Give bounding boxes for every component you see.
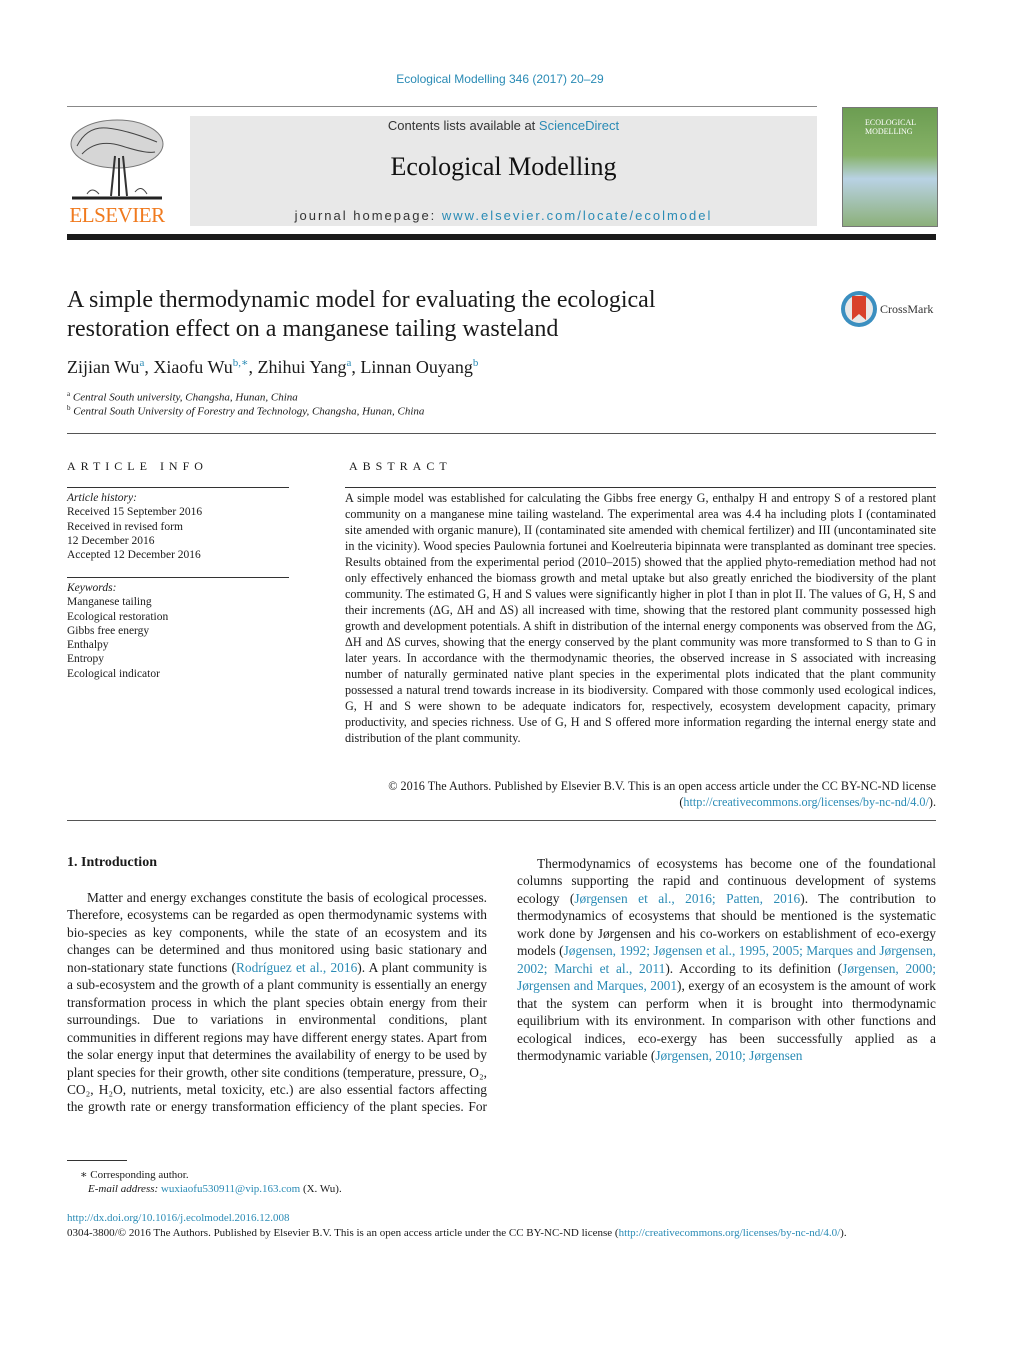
sciencedirect-link[interactable]: ScienceDirect	[539, 118, 619, 133]
paragraph: Thermodynamics of ecosystems has become …	[517, 856, 936, 1063]
keyword: Entropy	[67, 653, 105, 666]
homepage-link[interactable]: www.elsevier.com/locate/ecolmodel	[442, 208, 712, 223]
article-history: Article history: Received 15 September 2…	[67, 491, 289, 562]
keyword: Ecological restoration	[67, 610, 169, 623]
history-label: Article history:	[67, 492, 137, 504]
divider	[67, 433, 936, 434]
corresponding-author-note: ∗ Corresponding author.	[80, 1169, 189, 1181]
footer-license-link[interactable]: http://creativecommons.org/licenses/by-n…	[619, 1227, 841, 1239]
reference-link[interactable]: Jørgensen et al., 2016; Patten, 2016	[574, 891, 800, 906]
divider	[67, 577, 289, 578]
title-line-2: restoration effect on a manganese tailin…	[67, 316, 559, 342]
keyword: Ecological indicator	[67, 667, 160, 680]
history-item: Received 15 September 2016	[67, 506, 203, 519]
author[interactable]: Zhihui Yanga	[258, 357, 352, 377]
header-thick-rule	[67, 234, 936, 240]
email-note: E-mail address: wuxiaofu530911@vip.163.c…	[88, 1183, 342, 1195]
history-item: 12 December 2016	[67, 534, 155, 547]
journal-citation[interactable]: Ecological Modelling 346 (2017) 20–29	[0, 72, 1000, 86]
author[interactable]: Linnan Ouyangb	[360, 357, 478, 377]
author[interactable]: Zijian Wua	[67, 357, 144, 377]
tree-icon	[70, 119, 164, 200]
divider	[345, 487, 936, 488]
author[interactable]: Xiaofu Wub,∗	[153, 357, 248, 377]
divider	[67, 487, 289, 488]
crossmark-label: CrossMark	[880, 302, 934, 316]
author-list: Zijian Wua, Xiaofu Wub,∗, Zhihui Yanga, …	[67, 357, 479, 377]
affiliation: a Central South university, Changsha, Hu…	[67, 390, 298, 404]
abstract-heading: ABSTRACT	[349, 459, 452, 473]
section-heading-introduction: 1. Introduction	[67, 855, 157, 870]
header-rule	[67, 106, 817, 107]
elsevier-logo[interactable]: ELSEVIER	[67, 116, 167, 228]
homepage-line: journal homepage: www.elsevier.com/locat…	[190, 208, 817, 223]
email-link[interactable]: wuxiaofu530911@vip.163.com	[161, 1183, 300, 1195]
paragraph: Matter and energy exchanges constitute t…	[67, 890, 487, 1115]
doi-link[interactable]: http://dx.doi.org/10.1016/j.ecolmodel.20…	[67, 1212, 290, 1224]
divider	[67, 820, 936, 821]
keyword: Gibbs free energy	[67, 624, 150, 637]
article-title: A simple thermodynamic model for evaluat…	[67, 286, 787, 344]
journal-masthead: Contents lists available at ScienceDirec…	[190, 116, 817, 226]
homepage-prefix: journal homepage:	[294, 208, 442, 223]
history-item: Accepted 12 December 2016	[67, 549, 201, 562]
abstract-copyright: © 2016 The Authors. Published by Elsevie…	[388, 779, 936, 809]
abstract-text: A simple model was established for calcu…	[345, 491, 936, 745]
intro-column-left: Matter and energy exchanges constitute t…	[67, 889, 487, 1116]
reference-link[interactable]: Rodríguez et al., 2016	[236, 960, 357, 975]
history-item: Received in revised form	[67, 520, 183, 533]
license-link[interactable]: http://creativecommons.org/licenses/by-n…	[683, 795, 929, 809]
title-line-1: A simple thermodynamic model for evaluat…	[67, 287, 656, 313]
affiliation: b Central South University of Forestry a…	[67, 404, 425, 418]
contents-prefix: Contents lists available at	[387, 118, 539, 133]
keyword: Enthalpy	[67, 639, 109, 652]
journal-cover-thumbnail[interactable]: ECOLOGICAL MODELLING	[842, 107, 938, 227]
keywords: Keywords: Manganese tailing Ecological r…	[67, 581, 289, 681]
issn-copyright: 0304-3800/© 2016 The Authors. Published …	[67, 1227, 847, 1239]
keyword: Manganese tailing	[67, 596, 152, 609]
article-info-heading: ARTICLE INFO	[67, 459, 208, 473]
reference-link[interactable]: Jørgensen, 2010; Jørgensen	[655, 1048, 802, 1063]
intro-column-right-text: Thermodynamics of ecosystems has become …	[517, 855, 936, 1187]
crossmark-button[interactable]: CrossMark	[840, 290, 940, 330]
keywords-label: Keywords:	[67, 582, 117, 594]
elsevier-wordmark: ELSEVIER	[69, 203, 165, 227]
crossmark-icon	[841, 291, 877, 327]
cover-title: ECOLOGICAL MODELLING	[865, 118, 916, 136]
contents-line: Contents lists available at ScienceDirec…	[190, 118, 817, 133]
footnote-rule	[67, 1160, 127, 1161]
journal-title: Ecological Modelling	[390, 152, 617, 181]
